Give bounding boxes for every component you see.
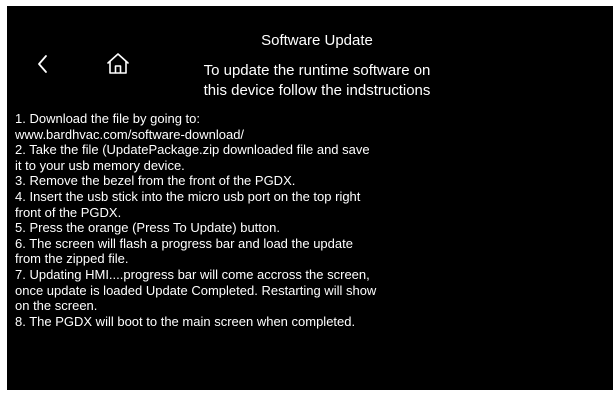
chevron-left-icon xyxy=(38,55,47,73)
page-subtitle: To update the runtime software on this d… xyxy=(157,61,477,101)
instructions-text: 1. Download the file by going to: www.ba… xyxy=(15,111,475,329)
instruction-line: 8. The PGDX will boot to the main screen… xyxy=(15,313,356,329)
instruction-line: 2. Take the file (UpdatePackage.zip down… xyxy=(15,142,370,158)
subtitle-line: this device follow the indstructions xyxy=(203,82,431,99)
device-screen: Software Update To update the runtime so… xyxy=(7,6,613,390)
instruction-line: 1. Download the file by going to: xyxy=(15,111,201,126)
instruction-line: 3. Remove the bezel from the front of th… xyxy=(15,173,296,189)
instruction-line: it to your usb memory device. xyxy=(15,157,185,173)
page-title: Software Update xyxy=(261,32,373,49)
instruction-line: on the screen. xyxy=(15,298,98,314)
instruction-line: 4. Insert the usb stick into the micro u… xyxy=(15,188,361,204)
instruction-line: front of the PGDX. xyxy=(15,204,122,220)
instruction-line: once update is loaded Update Completed. … xyxy=(15,282,377,298)
subtitle-line: To update the runtime software on xyxy=(203,62,431,79)
instruction-line: 7. Updating HMI....progress bar will com… xyxy=(15,266,370,282)
instruction-line: 6. The screen will flash a progress bar … xyxy=(15,235,353,251)
home-icon xyxy=(107,53,129,74)
instruction-line: www.bardhvac.com/software-download/ xyxy=(15,126,245,142)
instruction-line: from the zipped file. xyxy=(15,251,129,267)
home-button[interactable] xyxy=(101,46,135,82)
back-button[interactable] xyxy=(29,46,57,82)
instruction-line: 5. Press the orange (Press To Update) bu… xyxy=(15,220,280,236)
